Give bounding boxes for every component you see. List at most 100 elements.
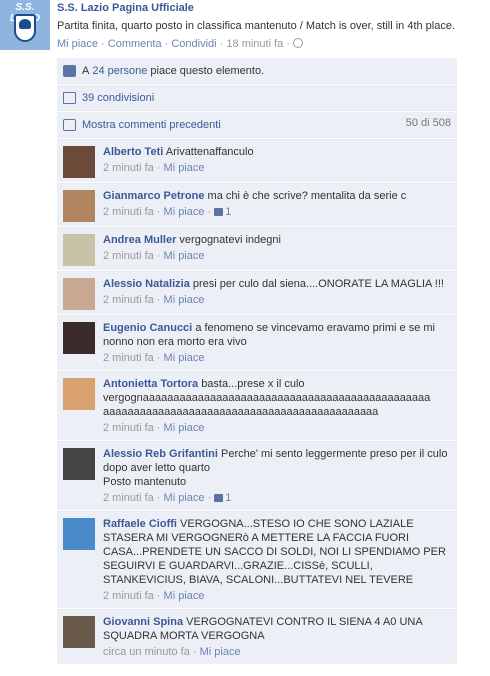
comment-body: Alberto Teti Arivattenaffanculo	[103, 145, 451, 159]
comment-time[interactable]: 2 minuti fa	[103, 206, 154, 218]
commenter-name-link[interactable]: Alessio Natalizia	[103, 278, 190, 290]
commenter-avatar[interactable]	[63, 616, 95, 648]
comment-time[interactable]: 2 minuti fa	[103, 294, 154, 306]
commenter-avatar[interactable]	[63, 190, 95, 222]
comment-time[interactable]: 2 minuti fa	[103, 250, 154, 262]
comment-time[interactable]: 2 minuti fa	[103, 590, 154, 602]
commenter-name-link[interactable]: Gianmarco Petrone	[103, 190, 204, 202]
comment-body: Giovanni Spina VERGOGNATEVI CONTRO IL SI…	[103, 615, 451, 643]
commenter-name-link[interactable]: Alberto Teti	[103, 146, 163, 158]
comment-meta: 2 minuti fa · Mi piace · 1	[103, 206, 232, 218]
shares-link[interactable]: 39 condivisioni	[82, 92, 154, 104]
commenter-avatar[interactable]	[63, 234, 95, 266]
commenter-avatar[interactable]	[63, 278, 95, 310]
comment-like-link[interactable]: Mi piace	[164, 206, 205, 218]
comment-body: Antonietta Tortora basta...prese x il cu…	[103, 377, 451, 419]
comment-item: Alessio Natalizia presi per culo dal sie…	[57, 271, 457, 314]
thumbs-up-icon	[63, 64, 76, 77]
comment-icon	[63, 118, 76, 131]
comment-body: Alessio Natalizia presi per culo dal sie…	[103, 277, 451, 291]
likes-link[interactable]: 24 persone	[92, 65, 147, 77]
comment-like-link[interactable]: Mi piace	[200, 646, 241, 658]
like-count-value: 1	[225, 492, 232, 504]
comment-body: Alessio Reb Grifantini Perche' mi sento …	[103, 447, 451, 489]
comment-item: Antonietta Tortora basta...prese x il cu…	[57, 371, 457, 440]
comment-time[interactable]: circa un minuto fa	[103, 646, 190, 658]
likes-prefix: A	[82, 64, 90, 77]
comment-text: ma chi è che scrive? mentalita da serie …	[207, 190, 407, 202]
thumbs-up-icon	[214, 208, 224, 216]
likes-suffix: piace questo elemento.	[150, 64, 265, 77]
post-avatar[interactable]: S.S. LAZIO	[0, 0, 50, 50]
comment-body: Eugenio Canucci a fenomeno se vincevamo …	[103, 321, 451, 349]
show-previous-comments-link[interactable]: Mostra commenti precedenti	[82, 119, 221, 131]
commenter-name-link[interactable]: Giovanni Spina	[103, 616, 183, 628]
comment-like-link[interactable]: Mi piace	[164, 492, 205, 504]
comment-time[interactable]: 2 minuti fa	[103, 422, 154, 434]
comment-meta: 2 minuti fa · Mi piace	[103, 294, 205, 306]
thumbs-up-icon	[214, 494, 224, 502]
separator: ·	[286, 38, 291, 50]
comment-time[interactable]: 2 minuti fa	[103, 352, 154, 364]
separator: ·	[219, 38, 224, 50]
post-text: Partita finita, quarto posto in classifi…	[57, 20, 456, 32]
share-icon	[63, 91, 76, 104]
commenter-name-link[interactable]: Andrea Muller	[103, 234, 176, 246]
comment-body: Gianmarco Petrone ma chi è che scrive? m…	[103, 189, 451, 203]
commenter-avatar[interactable]	[63, 322, 95, 354]
comment-body: Andrea Muller vergognatevi indegni	[103, 233, 451, 247]
comment-item: Giovanni Spina VERGOGNATEVI CONTRO IL SI…	[57, 609, 457, 664]
comment-like-count[interactable]: 1	[214, 492, 231, 504]
like-count-value: 1	[225, 206, 232, 218]
separator: ·	[164, 38, 169, 50]
comment-meta: circa un minuto fa · Mi piace	[103, 646, 241, 658]
comment-meta: 2 minuti fa · Mi piace	[103, 250, 205, 262]
comment-meta: 2 minuti fa · Mi piace	[103, 352, 205, 364]
comment-item: Alberto Teti Arivattenaffanculo 2 minuti …	[57, 139, 457, 182]
feedback-area: A 24 persone piace questo elemento. 39 c…	[57, 58, 457, 665]
commenter-avatar[interactable]	[63, 448, 95, 480]
comment-like-link[interactable]: Mi piace	[164, 294, 205, 306]
comment-like-link[interactable]: Mi piace	[164, 352, 205, 364]
comment-like-link[interactable]: Mi piace	[164, 162, 205, 174]
share-link[interactable]: Condividi	[171, 38, 216, 50]
comment-count: 50 di 508	[405, 117, 451, 129]
comment-item: Eugenio Canucci a fenomeno se vincevamo …	[57, 315, 457, 370]
eagle-icon	[19, 19, 31, 29]
comment-like-count[interactable]: 1	[214, 206, 231, 218]
comment-list: Alberto Teti Arivattenaffanculo 2 minuti …	[57, 139, 457, 664]
comment-text: vergognatevi indegni	[179, 234, 281, 246]
separator: ·	[101, 38, 105, 50]
comment-text: Arivattenaffanculo	[165, 146, 254, 158]
comment-text: presi per culo dal siena....ONORATE LA M…	[192, 278, 444, 290]
commenter-name-link[interactable]: Antonietta Tortora	[103, 378, 198, 390]
comment-body: Raffaele Cioffi VERGOGNA...STESO IO CHE …	[103, 517, 451, 587]
comment-like-link[interactable]: Mi piace	[164, 590, 205, 602]
post-header: S.S. Lazio Pagina Ufficiale Partita fini…	[57, 2, 487, 50]
likes-row: A 24 persone piace questo elemento.	[57, 58, 457, 84]
post-actions: Mi piace · Commenta · Condividi · 18 min…	[57, 38, 487, 50]
comment-like-link[interactable]: Mi piace	[164, 422, 205, 434]
commenter-avatar[interactable]	[63, 518, 95, 550]
commenter-avatar[interactable]	[63, 146, 95, 178]
comment-meta: 2 minuti fa · Mi piace	[103, 590, 205, 602]
comment-item: Alessio Reb Grifantini Perche' mi sento …	[57, 441, 457, 510]
comment-item: Raffaele Cioffi VERGOGNA...STESO IO CHE …	[57, 511, 457, 608]
comment-time[interactable]: 2 minuti fa	[103, 162, 154, 174]
comment-time[interactable]: 2 minuti fa	[103, 492, 154, 504]
prev-comments-row: Mostra commenti precedenti 50 di 508	[57, 112, 457, 138]
post-time[interactable]: 18 minuti fa	[226, 38, 283, 50]
comment-meta: 2 minuti fa · Mi piace	[103, 422, 205, 434]
comment-meta: 2 minuti fa · Mi piace · 1	[103, 492, 232, 504]
page-name-link[interactable]: S.S. Lazio Pagina Ufficiale	[57, 2, 487, 14]
like-link[interactable]: Mi piace	[57, 38, 98, 50]
globe-icon	[293, 38, 304, 48]
comment-meta: 2 minuti fa · Mi piace	[103, 162, 205, 174]
comment-like-link[interactable]: Mi piace	[164, 250, 205, 262]
commenter-name-link[interactable]: Raffaele Cioffi	[103, 518, 177, 530]
comment-link[interactable]: Commenta	[108, 38, 162, 50]
commenter-avatar[interactable]	[63, 378, 95, 410]
comment-item: Gianmarco Petrone ma chi è che scrive? m…	[57, 183, 457, 226]
commenter-name-link[interactable]: Eugenio Canucci	[103, 322, 192, 334]
commenter-name-link[interactable]: Alessio Reb Grifantini	[103, 448, 218, 460]
